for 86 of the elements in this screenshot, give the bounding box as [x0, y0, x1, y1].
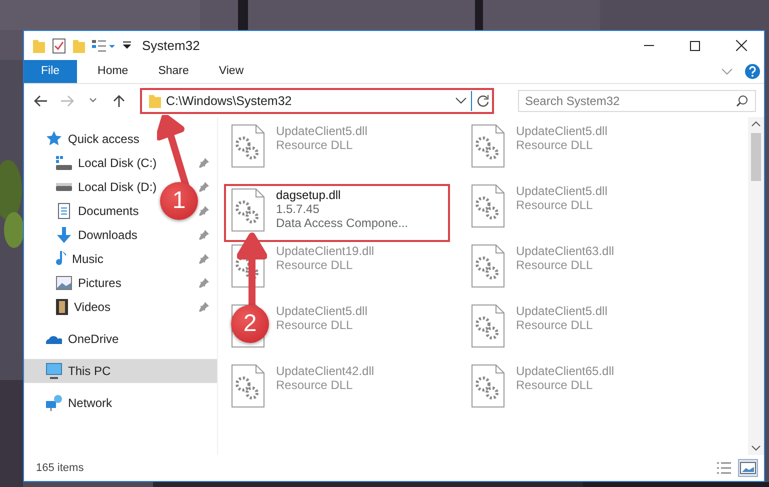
ribbon-tab[interactable]: Home: [82, 60, 144, 83]
file-name: UpdateClient5.dll: [276, 124, 368, 138]
file-detail: Resource DLL: [276, 378, 354, 392]
file-detail: Resource DLL: [516, 318, 594, 332]
dll-file-icon: [230, 188, 266, 232]
folder-icon: [72, 38, 86, 52]
pin-icon[interactable]: [199, 230, 209, 240]
file-name: UpdateClient63.dll: [516, 244, 614, 258]
file-name: UpdateClient5.dll: [516, 304, 608, 318]
help-icon[interactable]: [745, 64, 760, 79]
file-detail: Resource DLL: [276, 318, 354, 332]
folder-icon: [148, 94, 162, 108]
file-name: UpdateClient42.dll: [276, 364, 374, 378]
sidebar-item[interactable]: Pictures: [56, 273, 122, 293]
pin-icon[interactable]: [199, 302, 209, 312]
pin-icon[interactable]: [199, 278, 209, 288]
search-field[interactable]: Search System32: [518, 90, 756, 112]
chevron-down-icon[interactable]: [455, 97, 467, 104]
scrollbar[interactable]: [748, 117, 764, 455]
chevron-down-icon: [89, 98, 97, 103]
refresh-icon[interactable]: [476, 94, 490, 108]
view-menu-icon[interactable]: [92, 40, 116, 52]
network-icon: [46, 395, 62, 411]
sidebar-item[interactable]: Local Disk (C:): [56, 153, 157, 173]
large-icons-view-button[interactable]: [738, 459, 758, 477]
close-icon: [736, 40, 746, 51]
file-name: UpdateClient5.dll: [276, 304, 368, 318]
dropdown-icon[interactable]: [122, 41, 132, 50]
file-detail: Resource DLL: [516, 198, 594, 212]
forward-arrow-icon: [60, 94, 74, 106]
sidebar-item[interactable]: Quick access: [46, 129, 140, 149]
film-icon: [56, 299, 68, 315]
music-note-icon: [56, 251, 66, 267]
download-icon: [56, 227, 72, 243]
scrollbar-thumb[interactable]: [751, 133, 761, 181]
ribbon-tab[interactable]: View: [204, 60, 259, 83]
monitor-icon: [46, 363, 62, 379]
sidebar-item[interactable]: Downloads: [56, 225, 138, 245]
sidebar-item[interactable]: Network: [46, 393, 112, 413]
dll-file-icon: [470, 184, 506, 228]
back-arrow-icon: [34, 94, 48, 106]
file-detail: Resource DLL: [516, 378, 594, 392]
file-detail: 1.5.7.45: [276, 202, 320, 216]
pin-icon[interactable]: [199, 206, 209, 216]
sidebar-item[interactable]: Videos: [56, 297, 110, 317]
pin-icon[interactable]: [199, 182, 209, 192]
pin-icon[interactable]: [199, 158, 209, 168]
file-detail: Resource DLL: [516, 258, 594, 272]
minimize-icon: [644, 45, 654, 46]
sidebar-item[interactable]: Documents: [56, 201, 139, 221]
folder-icon: [32, 38, 46, 52]
sidebar-item[interactable]: This PC: [46, 361, 111, 381]
file-name: UpdateClient65.dll: [516, 364, 614, 378]
address-bar[interactable]: C:\Windows\System32: [140, 88, 494, 114]
dll-file-icon: [230, 364, 266, 408]
dll-file-icon: [230, 124, 266, 168]
file-detail: Resource DLL: [276, 258, 354, 272]
ribbon-tab[interactable]: Share: [143, 60, 204, 83]
drive-icon: [56, 155, 72, 171]
file-name: UpdateClient5.dll: [516, 124, 608, 138]
search-icon: [736, 94, 748, 106]
file-tab[interactable]: File: [24, 60, 77, 83]
file-name: UpdateClient19.dll: [276, 244, 374, 258]
properties-icon[interactable]: [52, 38, 66, 54]
file-name: UpdateClient5.dll: [516, 184, 608, 198]
pin-icon[interactable]: [199, 254, 209, 264]
dll-file-icon: [470, 124, 506, 168]
up-arrow-icon: [113, 94, 125, 108]
drive-icon: [56, 183, 72, 191]
document-icon: [56, 203, 72, 219]
sidebar-item[interactable]: OneDrive: [46, 329, 119, 349]
maximize-icon: [690, 40, 700, 50]
dll-file-icon: [470, 364, 506, 408]
window-title: System32: [142, 38, 200, 53]
sidebar-item[interactable]: Local Disk (D:): [56, 177, 157, 197]
item-count: 165 items: [36, 462, 84, 474]
file-detail: Data Access Compone...: [276, 216, 408, 230]
cloud-icon: [46, 334, 62, 344]
dll-file-icon: [470, 304, 506, 348]
file-name: dagsetup.dll: [276, 188, 342, 202]
file-detail: Resource DLL: [276, 138, 354, 152]
file-detail: Resource DLL: [516, 138, 594, 152]
pictures-icon: [56, 276, 72, 290]
star-icon: [46, 131, 62, 147]
sidebar-item[interactable]: Music: [56, 249, 104, 269]
dll-file-icon: [470, 244, 506, 288]
